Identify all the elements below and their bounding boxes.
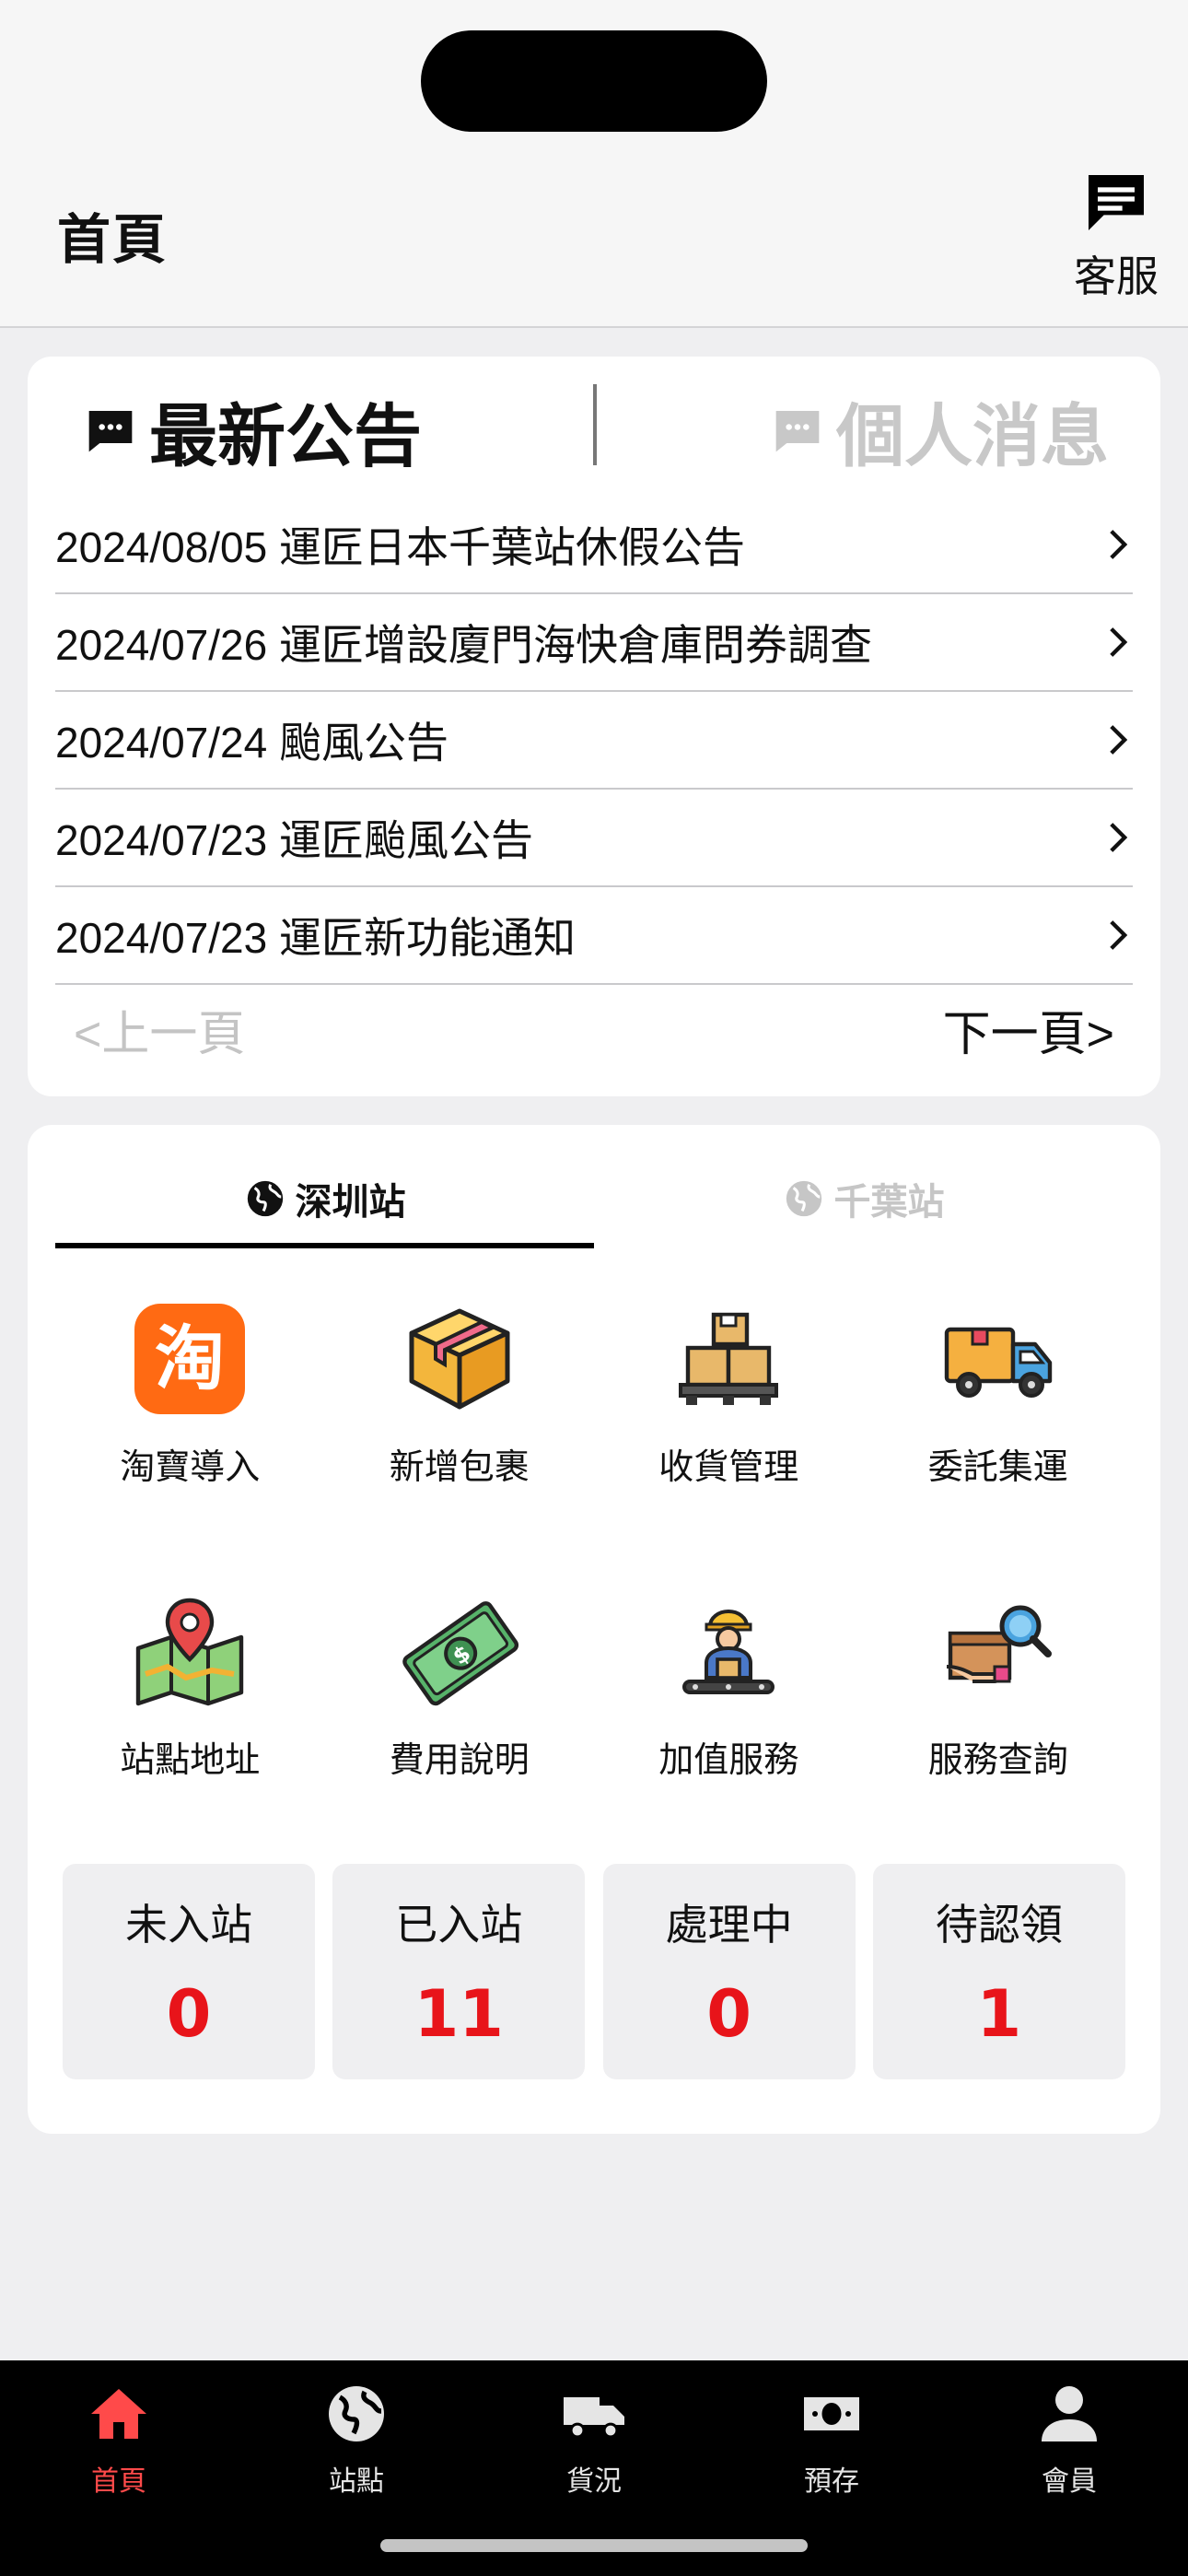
tab-personal-messages[interactable]: 個人消息	[772, 384, 1109, 476]
prev-page-button[interactable]: <上一頁	[74, 995, 245, 1064]
feature-station-address[interactable]: 站點地址	[55, 1584, 325, 1877]
stat-arrived[interactable]: 已入站 11	[332, 1864, 586, 2079]
search-box-icon	[946, 1605, 1052, 1683]
stat-value: 0	[706, 1976, 751, 2052]
nav-label: 貨況	[566, 2465, 622, 2498]
tab-chiba-station[interactable]: 千葉站	[594, 1162, 1133, 1235]
tab-label: 千葉站	[833, 1181, 945, 1224]
chevron-right-icon	[1110, 823, 1128, 852]
list-item[interactable]: 2024/08/05 運匠日本千葉站休假公告	[55, 497, 1133, 594]
station-tabs: 深圳站 千葉站	[55, 1125, 1133, 1254]
announcements-card: 最新公告 個人消息 2024/08/05 運匠日本千葉站休假公告 2024/07…	[28, 357, 1160, 1096]
list-item[interactable]: 2024/07/23 運匠新功能通知	[55, 887, 1133, 985]
nav-label: 首頁	[91, 2465, 146, 2498]
feature-label: 服務查詢	[927, 1739, 1068, 1780]
chevron-right-icon	[1110, 530, 1128, 559]
tab-label: 最新公告	[149, 396, 422, 476]
active-tab-indicator	[55, 1243, 594, 1248]
stat-label: 待認領	[935, 1900, 1063, 1950]
announcement-text: 2024/07/23 運匠新功能通知	[55, 914, 577, 962]
next-page-button[interactable]: 下一頁>	[943, 995, 1114, 1064]
feature-taobao-import[interactable]: 淘 淘寶導入	[55, 1291, 325, 1584]
chat-icon	[1089, 175, 1144, 230]
bottom-tab-bar: 首頁 站點 貨況 預存 會員	[0, 2360, 1188, 2576]
stat-label: 處理中	[665, 1900, 793, 1950]
nav-shipment-status[interactable]: 貨況	[475, 2360, 713, 2517]
feature-label: 站點地址	[120, 1739, 261, 1780]
map-pin-icon	[136, 1598, 244, 1706]
pallet-boxes-icon	[679, 1312, 779, 1405]
nav-stations[interactable]: 站點	[238, 2360, 475, 2517]
worker-icon	[682, 1610, 775, 1694]
announcement-text: 2024/08/05 運匠日本千葉站休假公告	[55, 523, 746, 571]
feature-fee-description[interactable]: $ 費用說明	[325, 1584, 595, 1877]
money-icon: $	[402, 1601, 518, 1706]
globe-icon	[329, 2386, 384, 2441]
customer-service-button[interactable]: 客服	[1061, 166, 1171, 304]
person-icon	[1042, 2386, 1097, 2441]
taobao-icon: 淘	[134, 1304, 246, 1414]
feature-consolidated-shipping[interactable]: 委託集運	[864, 1291, 1134, 1584]
announcement-list: 2024/08/05 運匠日本千葉站休假公告 2024/07/26 運匠增設廈門…	[55, 497, 1133, 985]
home-icon	[91, 2389, 146, 2439]
feature-label: 加值服務	[658, 1739, 799, 1780]
feature-label: 新增包裹	[389, 1446, 530, 1487]
feature-grid: 淘 淘寶導入 新增包裹 收貨管理 委託集運 站點地址 $ 費用說明 加值服務 服…	[55, 1291, 1133, 1877]
stat-to-claim[interactable]: 待認領 1	[872, 1864, 1125, 2079]
tab-divider	[593, 384, 597, 465]
page-title: 首頁	[57, 208, 169, 271]
home-indicator	[380, 2539, 808, 2552]
chevron-right-icon	[1110, 725, 1128, 755]
dynamic-island	[421, 30, 767, 132]
app-header: 首頁 客服	[0, 0, 1188, 328]
globe-icon	[247, 1180, 283, 1217]
nav-member[interactable]: 會員	[950, 2360, 1188, 2517]
feature-service-inquiry[interactable]: 服務查詢	[864, 1584, 1134, 1877]
message-icon	[88, 411, 133, 452]
announcement-text: 2024/07/24 颱風公告	[55, 719, 449, 767]
nav-label: 預存	[804, 2465, 859, 2498]
nav-label: 會員	[1042, 2465, 1097, 2498]
stat-label: 已入站	[395, 1900, 523, 1950]
feature-value-added-service[interactable]: 加值服務	[594, 1584, 864, 1877]
feature-add-package[interactable]: 新增包裹	[325, 1291, 595, 1584]
pagination: <上一頁 下一頁>	[55, 983, 1133, 1075]
nav-home[interactable]: 首頁	[0, 2360, 238, 2517]
stat-processing[interactable]: 處理中 0	[602, 1864, 856, 2079]
svg-text:淘: 淘	[155, 1317, 225, 1399]
list-item[interactable]: 2024/07/24 颱風公告	[55, 692, 1133, 790]
list-item[interactable]: 2024/07/26 運匠增設廈門海快倉庫問券調查	[55, 594, 1133, 692]
feature-label: 收貨管理	[658, 1446, 799, 1487]
tab-label: 個人消息	[836, 396, 1109, 476]
package-icon	[409, 1308, 510, 1410]
customer-service-label: 客服	[1074, 252, 1159, 301]
package-stats: 未入站 0 已入站 11 處理中 0 待認領 1	[63, 1864, 1125, 2079]
tab-latest-announcements[interactable]: 最新公告	[85, 384, 422, 476]
tab-shenzhen-station[interactable]: 深圳站	[55, 1162, 594, 1235]
feature-label: 委託集運	[927, 1446, 1068, 1487]
message-icon	[775, 411, 820, 452]
station-card: 深圳站 千葉站 淘 淘寶導入 新增包裹 收貨管理 委託集運 站點地址 $ 費用說…	[28, 1125, 1160, 2134]
chevron-right-icon	[1110, 627, 1128, 657]
stat-value: 0	[166, 1976, 212, 2052]
tab-label: 深圳站	[295, 1181, 406, 1224]
stat-value: 11	[413, 1976, 504, 2052]
globe-icon	[786, 1180, 821, 1217]
feature-receiving-management[interactable]: 收貨管理	[594, 1291, 864, 1584]
feature-label: 淘寶導入	[120, 1446, 261, 1487]
announcement-text: 2024/07/23 運匠颱風公告	[55, 816, 534, 864]
news-tabs: 最新公告 個人消息	[28, 357, 1160, 486]
stat-label: 未入站	[125, 1900, 252, 1950]
announcement-text: 2024/07/26 運匠增設廈門海快倉庫問券調查	[55, 621, 873, 669]
list-item[interactable]: 2024/07/23 運匠颱風公告	[55, 790, 1133, 887]
feature-label: 費用說明	[389, 1739, 530, 1780]
stat-not-arrived[interactable]: 未入站 0	[63, 1864, 315, 2079]
cash-icon	[804, 2397, 859, 2430]
nav-prepaid[interactable]: 預存	[713, 2360, 950, 2517]
truck-icon	[564, 2397, 624, 2439]
chevron-right-icon	[1110, 920, 1128, 950]
delivery-truck-icon	[944, 1327, 1052, 1398]
stat-value: 1	[976, 1976, 1022, 2052]
nav-label: 站點	[329, 2465, 384, 2498]
